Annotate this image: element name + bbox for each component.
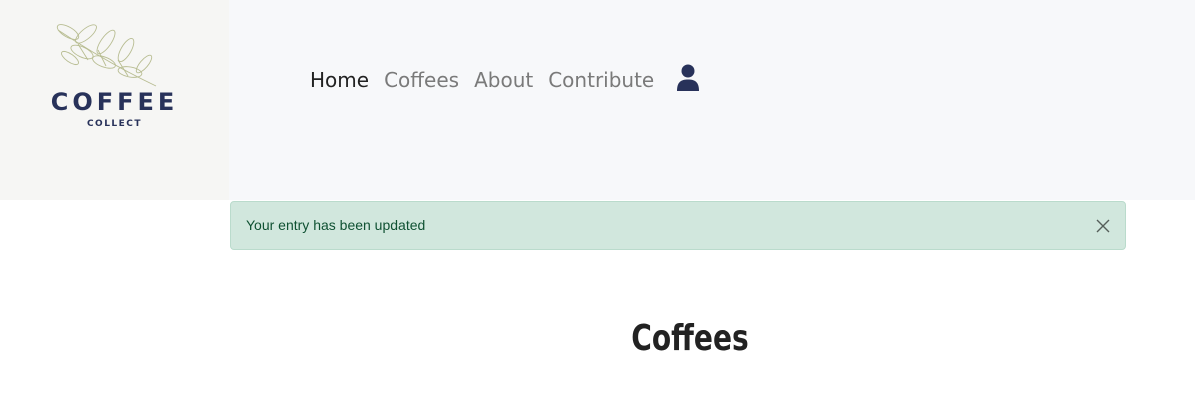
logo-subtitle: COLLECT (86, 119, 143, 129)
logo-title: COFFEE (50, 88, 179, 116)
coffee-branch-icon (56, 24, 157, 87)
main-nav: Home Coffees About Contribute (310, 66, 654, 94)
brand-logo-link[interactable]: COFFEE COLLECT (0, 0, 229, 200)
nav-contribute[interactable]: Contribute (548, 68, 654, 92)
success-alert: Your entry has been updated (230, 201, 1126, 250)
nav-about[interactable]: About (474, 68, 533, 92)
navbar: COFFEE COLLECT Home Coffees About Contri… (0, 0, 1195, 200)
nav-home[interactable]: Home (310, 68, 369, 92)
user-icon[interactable] (676, 64, 700, 92)
nav-coffees[interactable]: Coffees (384, 68, 459, 92)
alert-message: Your entry has been updated (246, 217, 426, 233)
close-icon[interactable] (1095, 218, 1111, 234)
page-title: Coffees (631, 318, 749, 359)
